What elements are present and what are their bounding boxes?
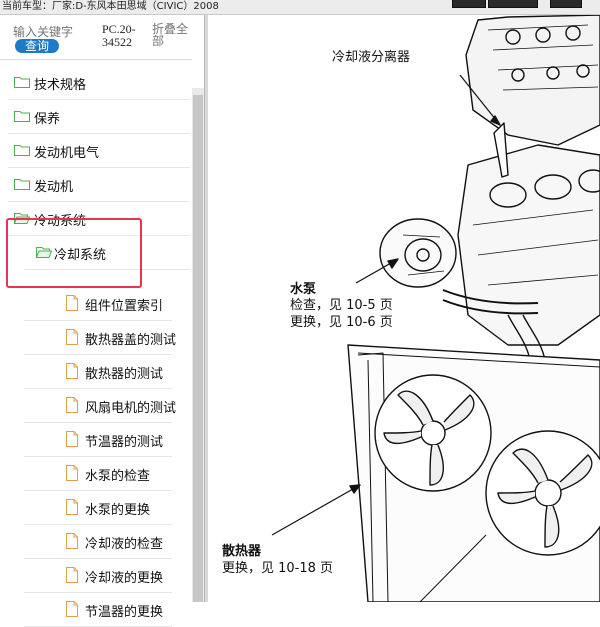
document-icon — [66, 601, 78, 617]
collapse-all-button[interactable]: 折叠全部 — [152, 23, 190, 47]
toolbar-button[interactable] — [452, 0, 486, 8]
page-reference: PC.20-34522 — [102, 22, 136, 49]
tree-item-label: 水泵的检查 — [85, 469, 151, 484]
tree-item-maintenance[interactable]: 保养 — [8, 100, 190, 134]
tree-item-label: 技术规格 — [34, 78, 87, 93]
toolbar-button[interactable] — [488, 0, 538, 8]
document-viewer: 冷却液分离器 水泵 检查，见 10-5 页 更换，见 10-6 页 散热器 更换… — [208, 15, 600, 602]
search-input[interactable] — [13, 24, 97, 39]
tree-item-label: 散热器盖的测试 — [85, 333, 177, 348]
navigation-panel: 查询 PC.20-34522 折叠全部 技术规格 保养 发动机电气 发动机 冷动… — [0, 15, 208, 627]
tree-item-water-pump-inspection[interactable]: 水泵的检查 — [24, 457, 172, 491]
tree-item-label: 水泵的更换 — [85, 503, 151, 518]
tree-item-label: 散热器的测试 — [85, 367, 164, 382]
coolant-separator-label: 冷却液分离器 — [332, 50, 411, 65]
folder-icon — [14, 179, 30, 190]
document-icon — [66, 363, 78, 379]
document-icon — [66, 329, 78, 345]
tree-item-coolant-replacement[interactable]: 冷却液的更换 — [24, 559, 172, 593]
scrollbar-thumb[interactable] — [193, 95, 203, 602]
tree-item-engine-electrical[interactable]: 发动机电气 — [8, 134, 190, 168]
tree-item-label: 保养 — [34, 112, 61, 127]
tree-item-water-pump-replacement[interactable]: 水泵的更换 — [24, 491, 172, 525]
tree-item-radiator-cap-test[interactable]: 散热器盖的测试 — [24, 321, 176, 355]
tree-item-component-index[interactable]: 组件位置索引 — [24, 287, 172, 321]
folder-icon — [14, 145, 30, 156]
folder-icon — [14, 77, 30, 88]
window-title: 当前车型：厂家:D-东风本田思域（CIVIC）2008 — [2, 1, 219, 12]
toolbar-button[interactable] — [550, 0, 582, 8]
tree-item-coolant-inspection[interactable]: 冷却液的检查 — [24, 525, 172, 559]
water-pump-replacement-ref: 更换，见 10-6 页 — [290, 315, 393, 330]
tree-item-thermostat-replacement[interactable]: 节温器的更换 — [24, 593, 172, 627]
document-icon — [66, 431, 78, 447]
tree-item-label: 风扇电机的测试 — [85, 401, 177, 416]
tree-item-radiator-test[interactable]: 散热器的测试 — [24, 355, 172, 389]
tree-item-engine[interactable]: 发动机 — [8, 168, 190, 202]
document-icon — [66, 465, 78, 481]
tree-item-label: 冷却液的更换 — [85, 571, 164, 586]
tree-item-label: 发动机 — [34, 180, 74, 195]
tree-item-label: 节温器的测试 — [85, 435, 164, 450]
document-icon — [66, 397, 78, 413]
tree-item-label: 组件位置索引 — [85, 299, 164, 314]
radiator-replacement-ref: 更换，见 10-18 页 — [222, 561, 334, 576]
document-icon — [66, 499, 78, 515]
tree-item-technical-specs[interactable]: 技术规格 — [8, 66, 190, 100]
tree-item-thermostat-test[interactable]: 节温器的测试 — [24, 423, 172, 457]
tree-item-label: 节温器的更换 — [85, 605, 164, 620]
tree-item-fan-motor-test[interactable]: 风扇电机的测试 — [24, 389, 176, 423]
tree-item-label: 冷却液的检查 — [85, 537, 164, 552]
tree-item-label: 发动机电气 — [34, 146, 100, 161]
search-button[interactable]: 查询 — [15, 39, 59, 53]
selection-highlight-box — [6, 218, 142, 288]
folder-icon — [14, 111, 30, 122]
document-icon — [66, 567, 78, 583]
document-icon — [66, 533, 78, 549]
search-bar: 查询 PC.20-34522 折叠全部 — [0, 15, 192, 60]
document-icon — [66, 295, 78, 311]
cooling-system-diagram — [271, 15, 600, 602]
